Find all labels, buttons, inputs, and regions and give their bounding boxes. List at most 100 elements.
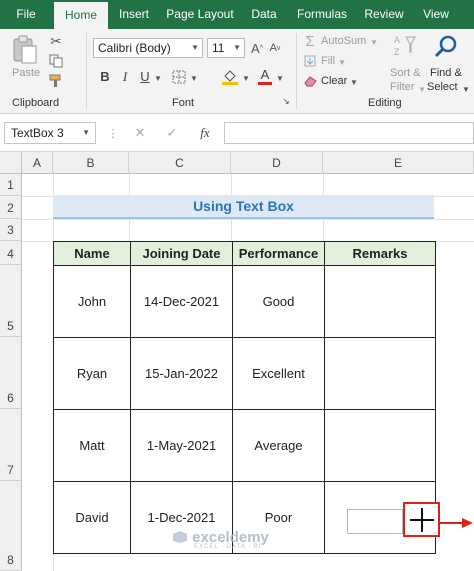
column-header-a[interactable]: A (22, 152, 53, 174)
select-all-corner[interactable] (0, 152, 22, 174)
ribbon-separator (296, 33, 297, 109)
sheet-title[interactable]: Using Text Box (53, 195, 434, 219)
tab-insert[interactable]: Insert (112, 0, 156, 29)
borders-icon[interactable] (170, 68, 188, 86)
tab-formulas[interactable]: Formulas (292, 0, 352, 29)
name-box[interactable]: TextBox 3 ▼ (4, 122, 96, 144)
fill-down-icon[interactable] (303, 54, 317, 68)
sort-label: Sort & (390, 67, 421, 79)
table-row: Ryan 15-Jan-2022 Excellent (53, 337, 436, 410)
column-header-c[interactable]: C (129, 152, 231, 174)
font-size-value: 11 (212, 41, 225, 55)
header-name[interactable]: Name (53, 241, 131, 266)
svg-text:A: A (394, 35, 400, 45)
watermark-tagline: EXCEL · DATA · BI (194, 544, 262, 550)
enter-icon[interactable]: ✓ (164, 125, 180, 141)
chevron-down-icon: ▼ (462, 84, 470, 94)
cell-joining-date[interactable]: 14-Dec-2021 (130, 265, 233, 338)
italic-button[interactable]: I (116, 68, 134, 86)
filter-label: Filter (390, 81, 415, 93)
chevron-down-icon[interactable]: ▼ (154, 73, 162, 83)
cancel-icon[interactable]: ✕ (132, 125, 148, 141)
tab-review[interactable]: Review (360, 0, 408, 29)
eraser-icon[interactable] (303, 74, 317, 88)
find-label: Find & (430, 67, 462, 79)
tab-view[interactable]: View (416, 0, 456, 29)
cell-remarks[interactable] (324, 265, 436, 338)
autosum-icon[interactable]: Σ (303, 33, 317, 50)
copy-icon[interactable] (48, 53, 64, 69)
cut-icon[interactable]: ✂ (48, 33, 64, 49)
row-header-8[interactable]: 8 (0, 481, 22, 571)
increase-font-icon[interactable]: A ^ (250, 40, 264, 56)
cell-performance[interactable]: Average (232, 409, 325, 482)
header-joining-date[interactable]: Joining Date (130, 241, 233, 266)
clear-label: Clear (321, 75, 348, 87)
crosshair-icon (409, 507, 434, 532)
row-header-5[interactable]: 5 (0, 265, 22, 337)
chevron-down-icon: ▼ (418, 84, 426, 94)
dialog-launcher-icon[interactable]: ↘ (280, 95, 292, 107)
find-search-icon[interactable] (432, 33, 460, 61)
header-remarks[interactable]: Remarks (324, 241, 436, 266)
paste-icon[interactable] (10, 35, 40, 65)
column-header-d[interactable]: D (231, 152, 323, 174)
ribbon: Paste ✂ Clipboard Calibri (Body) ▼ 11 ▼ … (0, 29, 474, 114)
format-painter-icon[interactable] (48, 73, 64, 89)
row-header-1[interactable]: 1 (0, 174, 22, 196)
row-header-7[interactable]: 7 (0, 409, 22, 481)
fill-color-icon[interactable] (220, 66, 240, 86)
underline-button[interactable]: U (136, 68, 154, 86)
font-family-value: Calibri (Body) (98, 41, 171, 55)
ribbon-separator (86, 33, 87, 109)
cell-performance[interactable]: Good (232, 265, 325, 338)
text-box-shape[interactable] (347, 509, 403, 534)
formula-input[interactable] (224, 122, 474, 144)
chevron-down-icon[interactable]: ▼ (190, 73, 198, 83)
chevron-down-icon[interactable]: ▼ (276, 73, 284, 83)
tab-file[interactable]: File (8, 0, 44, 29)
font-size-select[interactable]: 11 ▼ (207, 38, 245, 58)
exceldemy-watermark: exceldemy EXCEL · DATA · BI (172, 529, 269, 550)
tab-data[interactable]: Data (244, 0, 284, 29)
cell-remarks[interactable] (324, 409, 436, 482)
font-family-select[interactable]: Calibri (Body) ▼ (93, 38, 203, 58)
formula-bar: TextBox 3 ▼ ⋮ ✕ ✓ fx (0, 114, 474, 152)
ribbon-tab-bar: File Home Insert Page Layout Data Formul… (0, 0, 474, 29)
chevron-down-icon: ▼ (191, 43, 199, 52)
crosshair-cursor-highlight (403, 502, 440, 537)
editing-group-label: Editing (368, 97, 402, 109)
cell-name[interactable]: Ryan (53, 337, 131, 410)
chevron-down-icon[interactable]: ▼ (242, 73, 250, 83)
decrease-font-icon[interactable]: Av (268, 40, 282, 56)
chevron-down-icon: ▼ (370, 37, 378, 47)
more-options-icon: ⋮ (107, 127, 119, 140)
column-header-b[interactable]: B (53, 152, 129, 174)
chevron-down-icon: ▼ (338, 57, 346, 67)
cell-name[interactable]: Matt (53, 409, 131, 482)
header-performance[interactable]: Performance (232, 241, 325, 266)
cell-performance[interactable]: Excellent (232, 337, 325, 410)
row-header-6[interactable]: 6 (0, 337, 22, 409)
cell-name[interactable]: John (53, 265, 131, 338)
row-header-3[interactable]: 3 (0, 219, 22, 241)
paste-label: Paste (12, 67, 41, 79)
cell-remarks[interactable] (324, 337, 436, 410)
autosum-label: AutoSum (321, 35, 367, 47)
cell-name[interactable]: David (53, 481, 131, 554)
cell-joining-date[interactable]: 1-May-2021 (130, 409, 233, 482)
fill-label: Fill (321, 55, 336, 67)
row-header-2[interactable]: 2 (0, 196, 22, 219)
column-header-e[interactable]: E (323, 152, 474, 174)
font-group-label: Font (172, 97, 195, 109)
row-header-4[interactable]: 4 (0, 241, 22, 265)
cell-joining-date[interactable]: 15-Jan-2022 (130, 337, 233, 410)
insert-function-icon[interactable]: fx (196, 124, 214, 142)
font-color-icon[interactable]: A (256, 66, 274, 86)
data-table: Name Joining Date Performance Remarks Jo… (53, 241, 436, 554)
tab-page-layout[interactable]: Page Layout (164, 0, 236, 29)
tab-home[interactable]: Home (54, 0, 108, 29)
bold-button[interactable]: B (96, 68, 114, 86)
gridline (22, 219, 474, 220)
sort-filter-icon[interactable]: AZ (392, 33, 418, 59)
